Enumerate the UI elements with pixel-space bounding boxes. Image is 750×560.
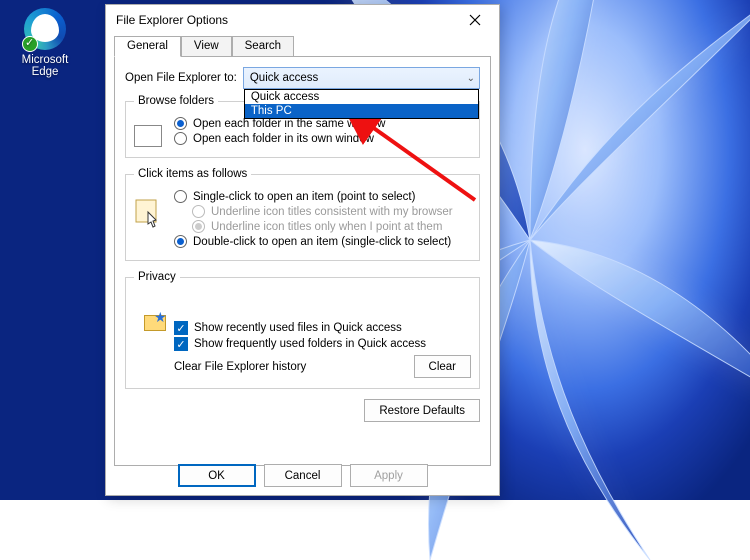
edge-icon <box>24 8 66 50</box>
chevron-down-icon: ⌄ <box>467 73 475 84</box>
desktop-icon-label: Microsoft Edge <box>10 54 80 78</box>
checkbox-frequent-folders[interactable]: ✓ <box>174 337 188 351</box>
privacy-group: Privacy ★ ✓ Show recently used files in … <box>125 271 480 389</box>
ok-button[interactable]: OK <box>178 464 256 487</box>
titlebar[interactable]: File Explorer Options <box>106 5 499 35</box>
close-button[interactable] <box>459 9 491 31</box>
tab-search[interactable]: Search <box>232 36 294 57</box>
click-items-group: Click items as follows Single-click to o… <box>125 168 480 261</box>
tab-panel-general: Open File Explorer to: Quick access ⌄ Qu… <box>114 56 491 466</box>
button-label: Restore Defaults <box>379 405 465 417</box>
group-legend: Click items as follows <box>134 168 251 180</box>
radio-own-window[interactable] <box>174 132 187 145</box>
checkbox-label: Show frequently used folders in Quick ac… <box>194 338 426 350</box>
radio-label: Double-click to open an item (single-cli… <box>193 236 451 248</box>
restore-defaults-button[interactable]: Restore Defaults <box>364 399 480 422</box>
open-explorer-label: Open File Explorer to: <box>125 72 237 84</box>
button-label: OK <box>208 470 225 482</box>
clear-button[interactable]: Clear <box>414 355 471 378</box>
radio-label: Underline icon titles consistent with my… <box>211 206 453 218</box>
group-legend: Browse folders <box>134 95 218 107</box>
file-explorer-options-dialog: File Explorer Options General View Searc… <box>105 4 500 496</box>
click-icon <box>134 198 164 228</box>
privacy-icon: ★ <box>142 309 172 337</box>
option-label: This PC <box>251 105 292 117</box>
button-label: Apply <box>374 470 403 482</box>
radio-single-click[interactable] <box>174 190 187 203</box>
cancel-button[interactable]: Cancel <box>264 464 342 487</box>
group-legend: Privacy <box>134 271 180 283</box>
clear-history-label: Clear File Explorer history <box>174 361 306 373</box>
tab-general[interactable]: General <box>114 36 181 57</box>
combo-value: Quick access <box>250 72 318 84</box>
radio-double-click[interactable] <box>174 235 187 248</box>
tab-strip: General View Search <box>114 35 491 56</box>
radio-label: Open each folder in the same window <box>193 118 385 130</box>
close-icon <box>469 14 481 26</box>
desktop-icon-edge[interactable]: Microsoft Edge <box>10 8 80 78</box>
tab-label: General <box>127 40 168 52</box>
checkbox-label: Show recently used files in Quick access <box>194 322 402 334</box>
radio-label: Underline icon titles only when I point … <box>211 221 442 233</box>
checkbox-recent-files[interactable]: ✓ <box>174 321 188 335</box>
radio-label: Single-click to open an item (point to s… <box>193 191 415 203</box>
dialog-title: File Explorer Options <box>116 13 228 27</box>
dialog-button-row: OK Cancel Apply <box>106 464 499 487</box>
button-label: Clear <box>429 361 456 373</box>
combo-option-quick-access[interactable]: Quick access <box>245 90 478 104</box>
tab-view[interactable]: View <box>181 36 232 57</box>
browse-icon <box>134 125 164 155</box>
tab-label: View <box>194 40 219 52</box>
radio-same-window[interactable] <box>174 117 187 130</box>
apply-button[interactable]: Apply <box>350 464 428 487</box>
radio-underline-point <box>192 220 205 233</box>
tab-label: Search <box>245 40 281 52</box>
open-explorer-combo[interactable]: Quick access ⌄ Quick access This PC <box>243 67 480 89</box>
combo-dropdown: Quick access This PC <box>244 89 479 119</box>
button-label: Cancel <box>285 470 321 482</box>
combo-option-this-pc[interactable]: This PC <box>245 104 478 118</box>
radio-label: Open each folder in its own window <box>193 133 374 145</box>
radio-underline-browser <box>192 205 205 218</box>
check-badge-icon <box>22 36 38 52</box>
option-label: Quick access <box>251 91 319 103</box>
